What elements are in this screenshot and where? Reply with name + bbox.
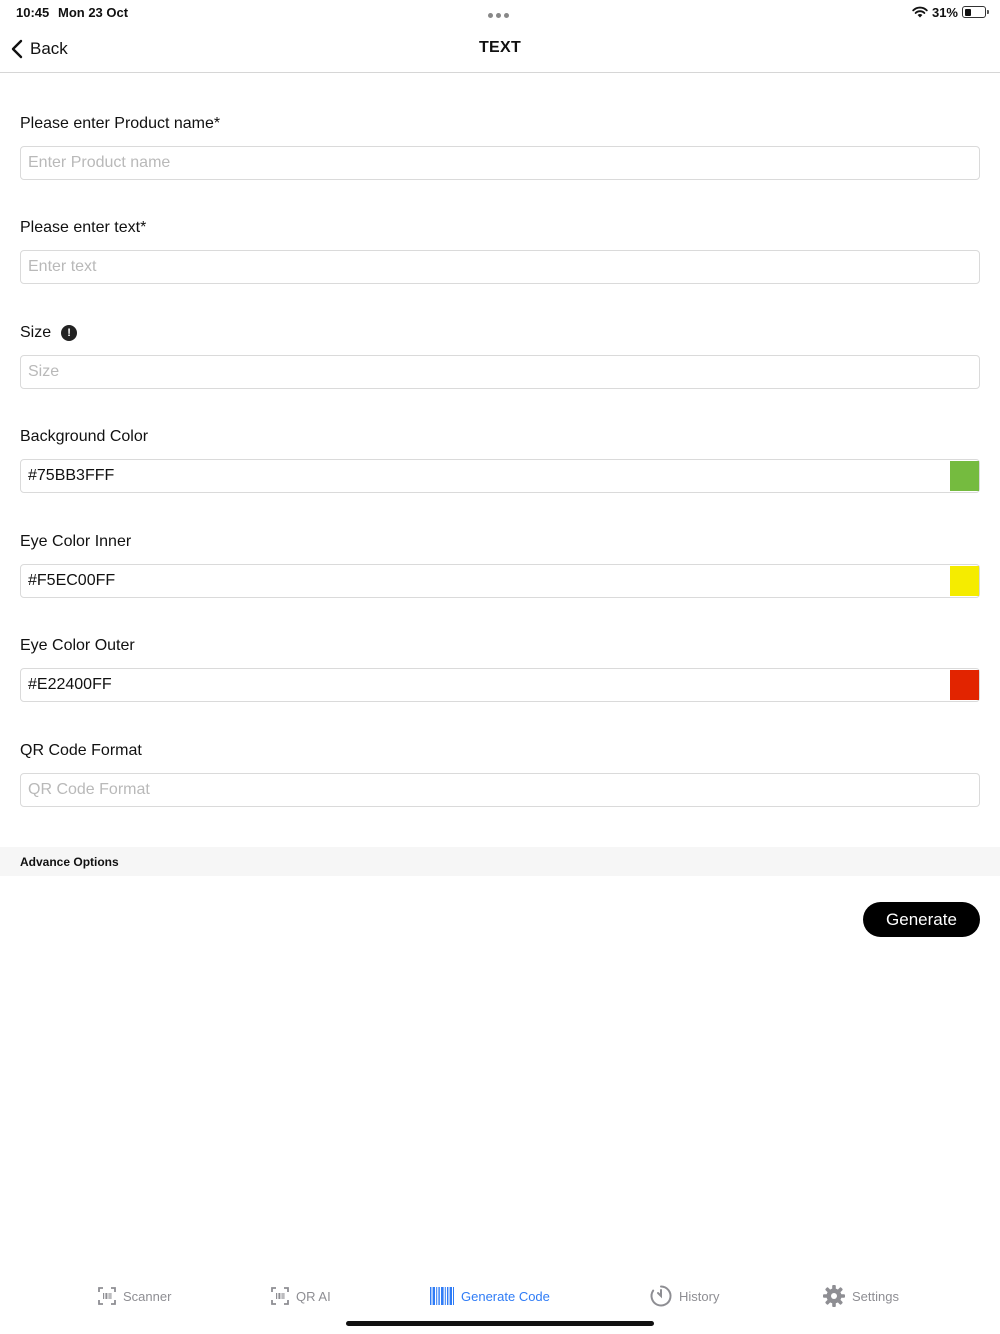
battery-icon <box>962 6 989 18</box>
text-input[interactable] <box>21 251 979 283</box>
product-name-input-wrap <box>20 146 980 180</box>
product-name-input[interactable] <box>21 147 979 179</box>
background-color-label: Background Color <box>20 428 149 445</box>
multitasking-dots-icon[interactable] <box>488 5 512 18</box>
background-color-input[interactable] <box>21 460 979 492</box>
info-icon[interactable]: ! <box>61 325 78 341</box>
size-input[interactable] <box>21 356 979 388</box>
status-right: 31% <box>912 4 989 20</box>
history-icon <box>650 1285 672 1307</box>
wifi-icon <box>912 6 928 18</box>
eye-color-outer-input-wrap <box>20 668 980 702</box>
text-label: Please enter text* <box>20 219 147 236</box>
size-label: Size <box>20 324 52 341</box>
barcode-icon <box>430 1287 454 1305</box>
navigation-bar: Back TEXT <box>0 24 1000 73</box>
product-name-label: Please enter Product name* <box>20 115 221 132</box>
tab-qr-ai[interactable]: QR AI <box>270 1284 331 1308</box>
status-bar: 10:45 Mon 23 Oct 31% <box>0 0 1000 24</box>
qr-code-format-label: QR Code Format <box>20 742 142 759</box>
qr-code-format-input[interactable] <box>21 774 979 806</box>
background-color-input-wrap <box>20 459 980 493</box>
text-input-wrap <box>20 250 980 284</box>
background-color-swatch[interactable] <box>950 461 979 491</box>
battery-percent: 31% <box>931 4 958 20</box>
tab-qr-ai-label: QR AI <box>296 1288 331 1304</box>
eye-color-outer-input[interactable] <box>21 669 979 701</box>
qr-code-format-input-wrap <box>20 773 980 807</box>
tab-generate-code-label: Generate Code <box>461 1288 550 1304</box>
eye-color-inner-field: Eye Color Inner <box>20 532 980 598</box>
tab-settings[interactable]: Settings <box>822 1284 899 1308</box>
tab-bar: Scanner QR AI Generate Code History Sett… <box>0 1278 1000 1314</box>
generate-button[interactable]: Generate <box>863 902 980 937</box>
eye-color-inner-input[interactable] <box>21 565 979 597</box>
text-field: Please enter text* <box>20 218 980 284</box>
eye-color-outer-label: Eye Color Outer <box>20 637 135 654</box>
eye-color-outer-field: Eye Color Outer <box>20 636 980 702</box>
status-time: 10:45 <box>16 5 50 20</box>
qr-code-format-field: QR Code Format <box>20 741 980 807</box>
eye-color-inner-input-wrap <box>20 564 980 598</box>
tab-settings-label: Settings <box>852 1288 899 1304</box>
tab-scanner-label: Scanner <box>123 1288 172 1304</box>
eye-color-inner-label: Eye Color Inner <box>20 533 132 550</box>
size-field: Size ! <box>20 323 980 389</box>
product-name-field: Please enter Product name* <box>20 114 980 180</box>
background-color-field: Background Color <box>20 427 980 493</box>
tab-history-label: History <box>679 1288 720 1304</box>
eye-color-outer-swatch[interactable] <box>950 670 979 700</box>
page-title: TEXT <box>478 39 522 56</box>
scanner-icon <box>98 1287 116 1305</box>
tab-generate-code[interactable]: Generate Code <box>429 1284 550 1308</box>
size-input-wrap <box>20 355 980 389</box>
gear-icon <box>823 1285 845 1307</box>
home-indicator <box>346 1321 654 1326</box>
tab-scanner[interactable]: Scanner <box>97 1284 171 1308</box>
advance-options-bar[interactable]: Advance Options <box>0 847 1000 876</box>
eye-color-inner-swatch[interactable] <box>950 566 979 596</box>
qr-ai-icon <box>271 1287 289 1305</box>
status-date: Mon 23 Oct <box>58 5 129 20</box>
size-label-row: Size ! <box>20 323 980 343</box>
advance-options-label: Advance Options <box>20 855 119 869</box>
tab-history[interactable]: History <box>649 1284 719 1308</box>
